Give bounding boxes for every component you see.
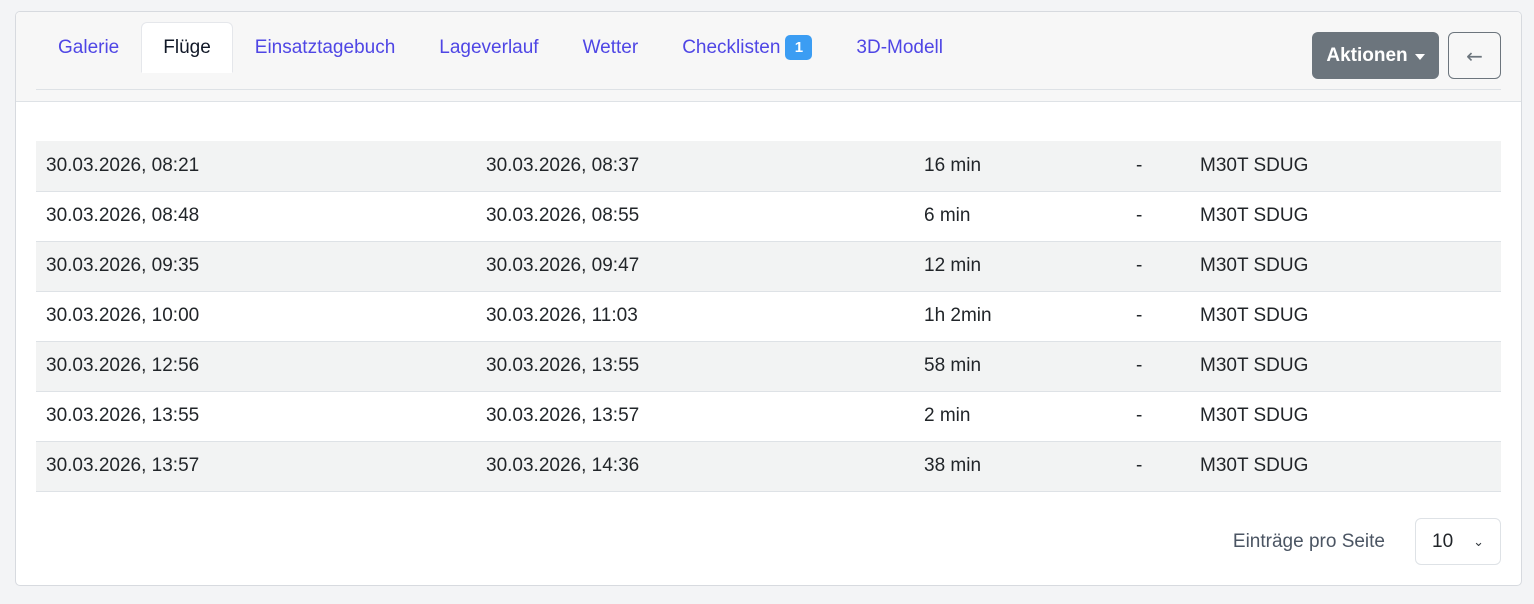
tab-lageverlauf[interactable]: Lageverlauf	[417, 22, 560, 73]
flight-pilot: -	[1126, 391, 1190, 442]
tab-label: Checklisten	[682, 36, 781, 58]
flight-drone: M30T SDUG	[1190, 291, 1501, 342]
flight-drone: M30T SDUG	[1190, 141, 1501, 192]
flight-duration: 16 min	[914, 141, 1126, 192]
flight-drone: M30T SDUG	[1190, 241, 1501, 292]
flight-pilot: -	[1126, 241, 1190, 292]
tab-fluege[interactable]: Flüge	[141, 22, 233, 73]
flight-duration: 58 min	[914, 341, 1126, 392]
flight-pilot: -	[1126, 441, 1190, 492]
actions-label: Aktionen	[1326, 44, 1408, 66]
flight-drone: M30T SDUG	[1190, 341, 1501, 392]
flight-start: 30.03.2026, 08:21	[36, 141, 476, 192]
flight-start: 30.03.2026, 08:48	[36, 191, 476, 242]
flight-start: 30.03.2026, 10:00	[36, 291, 476, 342]
tab-nav: Galerie Flüge Einsatztagebuch Lageverlau…	[36, 22, 965, 90]
table-row[interactable]: 30.03.2026, 09:35 30.03.2026, 09:47 12 m…	[36, 241, 1501, 292]
tab-label: 3D-Modell	[856, 36, 943, 58]
flight-duration: 6 min	[914, 191, 1126, 242]
tab-galerie[interactable]: Galerie	[36, 22, 141, 73]
flight-end: 30.03.2026, 14:36	[476, 441, 914, 492]
table-row[interactable]: 30.03.2026, 12:56 30.03.2026, 13:55 58 m…	[36, 341, 1501, 392]
page-size-select[interactable]: 10 ⌄	[1415, 518, 1501, 565]
flight-pilot: -	[1126, 291, 1190, 342]
flight-duration: 38 min	[914, 441, 1126, 492]
tab-divider	[36, 89, 1501, 90]
flight-end: 30.03.2026, 13:57	[476, 391, 914, 442]
table-row[interactable]: 30.03.2026, 08:21 30.03.2026, 08:37 16 m…	[36, 141, 1501, 192]
flight-drone: M30T SDUG	[1190, 441, 1501, 492]
caret-down-icon	[1414, 53, 1425, 60]
table-row[interactable]: 30.03.2026, 10:00 30.03.2026, 11:03 1h 2…	[36, 291, 1501, 342]
tab-label: Wetter	[582, 36, 639, 58]
flight-start: 30.03.2026, 13:55	[36, 391, 476, 442]
tab-checklisten[interactable]: Checklisten 1	[660, 22, 834, 73]
flight-start: 30.03.2026, 13:57	[36, 441, 476, 492]
card-header: Galerie Flüge Einsatztagebuch Lageverlau…	[16, 12, 1521, 102]
flight-end: 30.03.2026, 09:47	[476, 241, 914, 292]
checklist-count-badge: 1	[785, 35, 813, 60]
pagination: Einträge pro Seite 10 ⌄	[1233, 518, 1501, 565]
flight-end: 30.03.2026, 13:55	[476, 341, 914, 392]
flight-pilot: -	[1126, 191, 1190, 242]
flight-start: 30.03.2026, 12:56	[36, 341, 476, 392]
flight-end: 30.03.2026, 11:03	[476, 291, 914, 342]
tab-label: Lageverlauf	[439, 36, 539, 58]
back-button[interactable]: ←	[1448, 32, 1501, 79]
chevron-down-icon: ⌄	[1473, 533, 1484, 549]
page-size-value: 10	[1432, 530, 1454, 552]
flights-table: 30.03.2026, 08:21 30.03.2026, 08:37 16 m…	[36, 141, 1501, 492]
flight-end: 30.03.2026, 08:37	[476, 141, 914, 192]
tab-label: Einsatztagebuch	[254, 36, 396, 58]
tab-3d-modell[interactable]: 3D-Modell	[834, 22, 965, 73]
flight-duration: 1h 2min	[914, 291, 1126, 342]
flight-start: 30.03.2026, 09:35	[36, 241, 476, 292]
table-row[interactable]: 30.03.2026, 13:57 30.03.2026, 14:36 38 m…	[36, 441, 1501, 492]
actions-dropdown-button[interactable]: Aktionen	[1312, 32, 1439, 79]
flight-drone: M30T SDUG	[1190, 191, 1501, 242]
tab-wetter[interactable]: Wetter	[561, 22, 661, 73]
flight-duration: 12 min	[914, 241, 1126, 292]
table-row[interactable]: 30.03.2026, 08:48 30.03.2026, 08:55 6 mi…	[36, 191, 1501, 242]
flight-duration: 2 min	[914, 391, 1126, 442]
flights-card: Galerie Flüge Einsatztagebuch Lageverlau…	[15, 11, 1522, 586]
table-row[interactable]: 30.03.2026, 13:55 30.03.2026, 13:57 2 mi…	[36, 391, 1501, 442]
flight-pilot: -	[1126, 141, 1190, 192]
tab-label: Flüge	[163, 36, 211, 58]
flight-drone: M30T SDUG	[1190, 391, 1501, 442]
tab-label: Galerie	[58, 36, 120, 58]
page-size-label: Einträge pro Seite	[1232, 530, 1385, 552]
flight-end: 30.03.2026, 08:55	[476, 191, 914, 242]
tab-einsatztagebuch[interactable]: Einsatztagebuch	[233, 22, 418, 73]
flight-pilot: -	[1126, 341, 1190, 392]
arrow-left-icon: ←	[1466, 43, 1483, 68]
